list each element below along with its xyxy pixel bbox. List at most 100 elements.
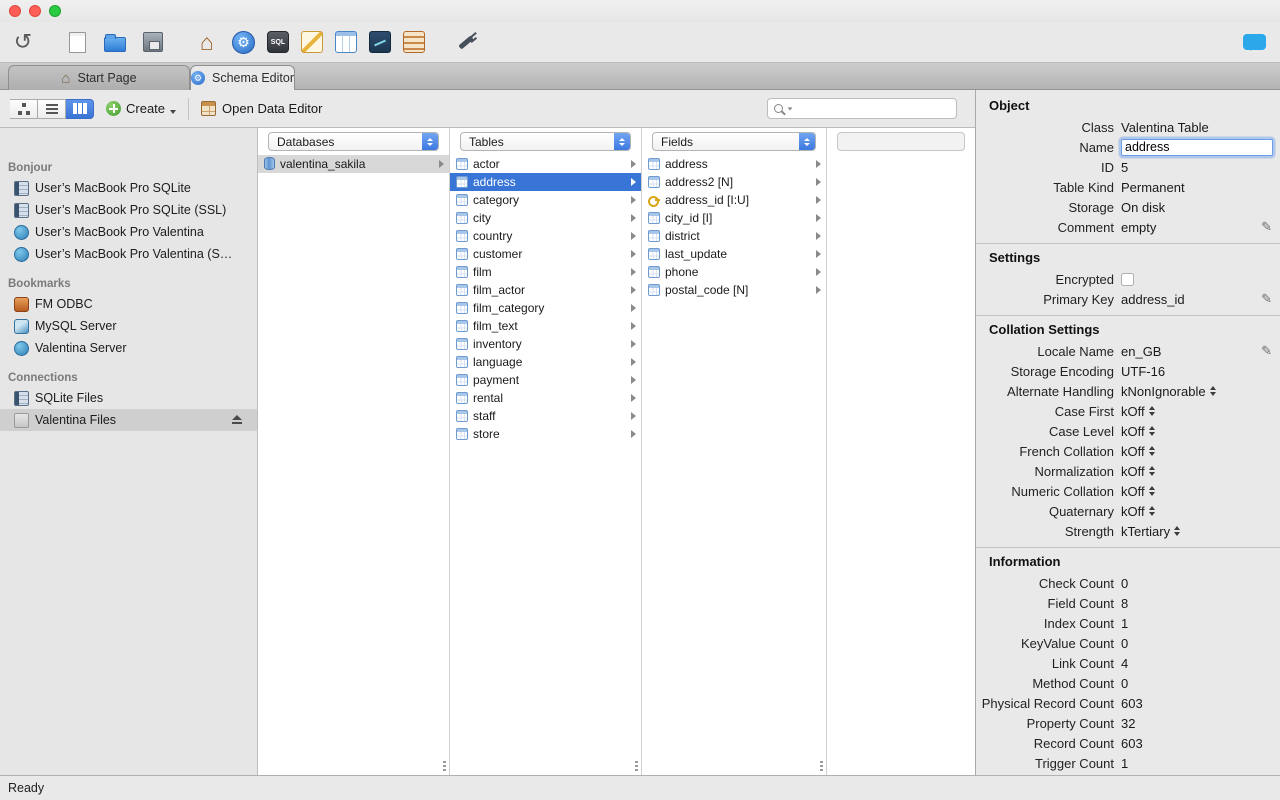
sidebar-item[interactable]: SQLite Files (0, 387, 257, 409)
tables-dropdown[interactable]: Tables (460, 132, 631, 151)
schema-editor-icon[interactable] (232, 30, 255, 54)
sidebar-item[interactable]: FM ODBC (0, 293, 257, 315)
field-list-item[interactable]: address (642, 155, 826, 173)
sidebar-item[interactable]: User’s MacBook Pro Valentina (S… (0, 243, 257, 265)
property-value: UTF-16 (1121, 363, 1166, 379)
table-icon (456, 266, 468, 278)
table-list-item[interactable]: inventory (450, 335, 641, 353)
sqlite-icon (14, 180, 29, 196)
connect-icon[interactable] (453, 29, 479, 55)
field-list-item[interactable]: postal_code [N] (642, 281, 826, 299)
encrypted-checkbox[interactable] (1121, 272, 1134, 286)
table-list-item[interactable]: film_actor (450, 281, 641, 299)
table-list-item[interactable]: payment (450, 371, 641, 389)
sidebar-item[interactable]: Valentina Files (0, 409, 257, 431)
field-list-item[interactable]: address2 [N] (642, 173, 826, 191)
property-row: Encrypted ✎ (976, 269, 1280, 289)
new-document-icon[interactable] (64, 29, 90, 55)
save-icon[interactable] (140, 29, 166, 55)
table-list-item[interactable]: store (450, 425, 641, 443)
view-mode-button[interactable] (10, 98, 38, 119)
view-mode-button[interactable] (66, 98, 94, 119)
resize-grip[interactable] (635, 761, 638, 772)
minimize-button[interactable] (29, 5, 41, 17)
property-row: Strength kTertiary ✎ (976, 521, 1280, 541)
table-list-item[interactable]: staff (450, 407, 641, 425)
table-list-item[interactable]: film_category (450, 299, 641, 317)
field-list-item[interactable]: district (642, 227, 826, 245)
field-list-item[interactable]: phone (642, 263, 826, 281)
open-data-editor-button[interactable]: Open Data Editor (201, 101, 322, 116)
table-list-item[interactable]: category (450, 191, 641, 209)
popup-arrows-icon[interactable] (1174, 526, 1181, 536)
chart-icon[interactable] (369, 31, 391, 53)
section-title: Collation Settings (989, 322, 1100, 337)
sidebar-item[interactable]: User’s MacBook Pro SQLite (0, 177, 257, 199)
resize-grip[interactable] (820, 761, 823, 772)
popup-arrows-icon[interactable] (1148, 406, 1155, 416)
sidebar-item[interactable]: MySQL Server (0, 315, 257, 337)
search-field[interactable] (767, 98, 957, 119)
table-icon (456, 302, 468, 314)
edit-pencil-icon[interactable]: ✎ (1261, 219, 1272, 235)
sidebar-item[interactable]: Valentina Server (0, 337, 257, 359)
popup-arrows-icon[interactable] (1148, 446, 1155, 456)
table-list-item[interactable]: address (450, 173, 641, 191)
property-label: Trigger Count (1035, 755, 1114, 771)
table-list-item[interactable]: film (450, 263, 641, 281)
table-list-item[interactable]: city (450, 209, 641, 227)
table-icon (456, 176, 468, 188)
table-list-item[interactable]: film_text (450, 317, 641, 335)
table-list-item[interactable]: country (450, 227, 641, 245)
create-button[interactable]: Create (106, 101, 177, 116)
table-icon (456, 410, 468, 422)
feedback-chat-icon[interactable] (1243, 34, 1266, 51)
tab[interactable]: Schema Editor (190, 65, 295, 90)
table-list-item[interactable]: language (450, 353, 641, 371)
field-list-item[interactable]: address_id [I:U] (642, 191, 826, 209)
diagram-icon[interactable] (301, 31, 323, 53)
close-button[interactable] (9, 5, 21, 17)
fields-dropdown[interactable]: Fields (652, 132, 816, 151)
field-list-item[interactable]: last_update (642, 245, 826, 263)
column-extra (827, 128, 975, 775)
home-icon[interactable] (194, 29, 220, 55)
resize-grip[interactable] (443, 761, 446, 772)
edit-pencil-icon[interactable]: ✎ (1261, 343, 1272, 359)
column-databases: Databases valentina_sakila (258, 128, 450, 775)
popup-arrows-icon[interactable] (1148, 426, 1155, 436)
property-label: French Collation (1019, 443, 1114, 459)
table-icon (456, 284, 468, 296)
sidebar-item[interactable]: User’s MacBook Pro Valentina (0, 221, 257, 243)
eject-icon[interactable] (231, 415, 243, 425)
popup-arrows-icon[interactable] (1209, 386, 1216, 396)
popup-arrows-icon[interactable] (1148, 486, 1155, 496)
popup-arrows-icon[interactable] (1148, 466, 1155, 476)
sql-editor-icon[interactable] (267, 31, 289, 53)
undo-icon[interactable] (10, 29, 36, 55)
sidebar-item[interactable]: User’s MacBook Pro SQLite (SSL) (0, 199, 257, 221)
report-icon[interactable] (403, 31, 425, 53)
fm-odbc-icon (14, 296, 29, 312)
open-folder-icon[interactable] (102, 29, 128, 55)
databases-dropdown[interactable]: Databases (268, 132, 439, 151)
table-icon[interactable] (335, 31, 357, 53)
table-list-item[interactable]: customer (450, 245, 641, 263)
name-input[interactable] (1121, 138, 1273, 156)
property-value: 0 (1121, 675, 1129, 691)
table-list-item[interactable]: rental (450, 389, 641, 407)
sidebar: Bonjour User’s MacBook Pro SQLite User’s… (0, 128, 258, 775)
table-icon (456, 338, 468, 350)
field-list-item[interactable]: city_id [I] (642, 209, 826, 227)
view-mode-button[interactable] (38, 98, 66, 119)
zoom-button[interactable] (49, 5, 61, 17)
tab[interactable]: Start Page (8, 65, 190, 90)
property-value: 1 (1121, 615, 1129, 631)
property-label: Quaternary (1048, 503, 1114, 519)
database-list-item[interactable]: valentina_sakila (258, 155, 449, 173)
popup-arrows-icon[interactable] (1148, 506, 1155, 516)
table-list-item[interactable]: actor (450, 155, 641, 173)
search-input[interactable] (797, 101, 950, 116)
edit-pencil-icon[interactable]: ✎ (1261, 291, 1272, 307)
disclosure-arrow-icon (631, 340, 636, 348)
